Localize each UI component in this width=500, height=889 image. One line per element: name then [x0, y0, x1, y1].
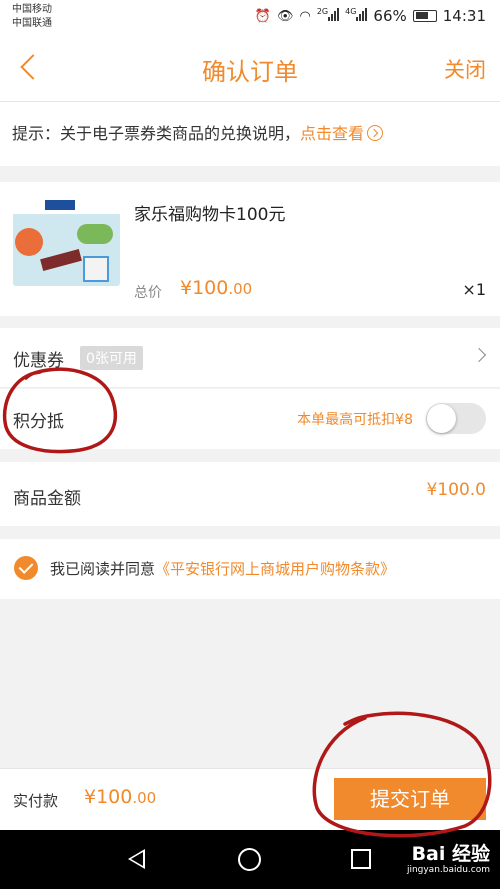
points-label: 积分抵 — [13, 412, 64, 432]
product-quantity: ×1 — [462, 280, 486, 299]
watermark-url: jingyan.baidu.com — [406, 865, 490, 875]
amount-label: 商品金额 — [13, 489, 81, 509]
carrier-1: 中国移动 — [12, 4, 52, 15]
pay-integer: ¥100 — [84, 786, 133, 808]
signal-icon-1: 2G — [317, 7, 340, 25]
battery-icon — [412, 10, 437, 22]
notice-link[interactable]: 点击查看 — [300, 124, 384, 143]
points-row: 积分抵 本单最高可抵扣¥8 — [0, 389, 500, 449]
page-title: 确认订单 — [202, 58, 298, 86]
notice-bar: 提示：关于电子票券类商品的兑换说明，点击查看 — [0, 102, 500, 166]
product-card[interactable]: 家乐福购物卡100元 总价 ¥100.00 ×1 — [0, 182, 500, 316]
chevron-right-icon — [471, 347, 487, 363]
nav-home-icon[interactable] — [238, 848, 261, 871]
notice-link-label: 点击查看 — [300, 124, 365, 143]
agreement-row: 我已阅读并同意《平安银行网上商城用户购物条款》 — [0, 539, 500, 599]
price-decimal: .00 — [228, 280, 253, 298]
terms-link[interactable]: 《平安银行网上商城用户购物条款》 — [155, 560, 395, 578]
agreement-text: 我已阅读并同意《平安银行网上商城用户购物条款》 — [50, 558, 395, 579]
carrier-info: 中国移动 中国联通 — [12, 3, 52, 31]
nav-bar: 确认订单 关闭 — [0, 34, 500, 102]
pay-amount: ¥100.00 — [84, 786, 156, 808]
amount-value: ¥100.0 — [426, 480, 486, 500]
submit-order-button[interactable]: 提交订单 — [334, 778, 486, 820]
nav-recent-icon[interactable] — [351, 849, 371, 869]
product-price: ¥100.00 — [180, 277, 252, 299]
close-button[interactable]: 关闭 — [444, 54, 486, 84]
watermark-brand: Bai 经验 — [411, 843, 490, 865]
wifi-icon: ◠ — [299, 8, 311, 24]
pay-decimal: .00 — [132, 789, 157, 807]
battery-percent: 66% — [373, 7, 407, 25]
agreement-prefix: 我已阅读并同意 — [50, 560, 156, 578]
nav-back-icon[interactable] — [128, 849, 145, 869]
notice-text: 提示：关于电子票券类商品的兑换说明， — [12, 124, 301, 143]
status-icons: ⏰ 👁 ◠ 2G 4G 66% 14:31 — [255, 7, 486, 25]
pay-label: 实付款 — [13, 792, 59, 810]
watermark: Bai 经验 jingyan.baidu.com — [407, 844, 490, 876]
signal-icon-2: 4G — [345, 7, 368, 25]
amount-row: 商品金额 ¥100.0 — [0, 462, 500, 526]
price-integer: ¥100 — [180, 277, 229, 299]
system-nav-bar: Bai 经验 jingyan.baidu.com — [0, 830, 500, 889]
coupon-label: 优惠券 — [13, 351, 64, 371]
price-label: 总价 — [134, 285, 162, 301]
status-bar: 中国移动 中国联通 ⏰ 👁 ◠ 2G 4G 66% 14:31 — [0, 0, 500, 34]
agree-checkbox[interactable] — [14, 556, 38, 580]
points-hint: 本单最高可抵扣¥8 — [297, 412, 413, 428]
coupon-count-badge: 0张可用 — [80, 346, 143, 370]
eye-icon: 👁 — [276, 8, 294, 24]
carrier-2: 中国联通 — [12, 18, 52, 29]
product-name: 家乐福购物卡100元 — [134, 205, 286, 225]
points-toggle[interactable] — [426, 403, 486, 434]
coupon-row[interactable]: 优惠券 0张可用 — [0, 328, 500, 388]
toggle-knob — [427, 404, 456, 433]
product-image — [13, 198, 120, 286]
clock: 14:31 — [442, 7, 486, 25]
arrow-right-circle-icon — [367, 125, 384, 141]
alarm-icon: ⏰ — [254, 8, 271, 24]
checkout-footer: 实付款 ¥100.00 提交订单 — [0, 768, 500, 830]
